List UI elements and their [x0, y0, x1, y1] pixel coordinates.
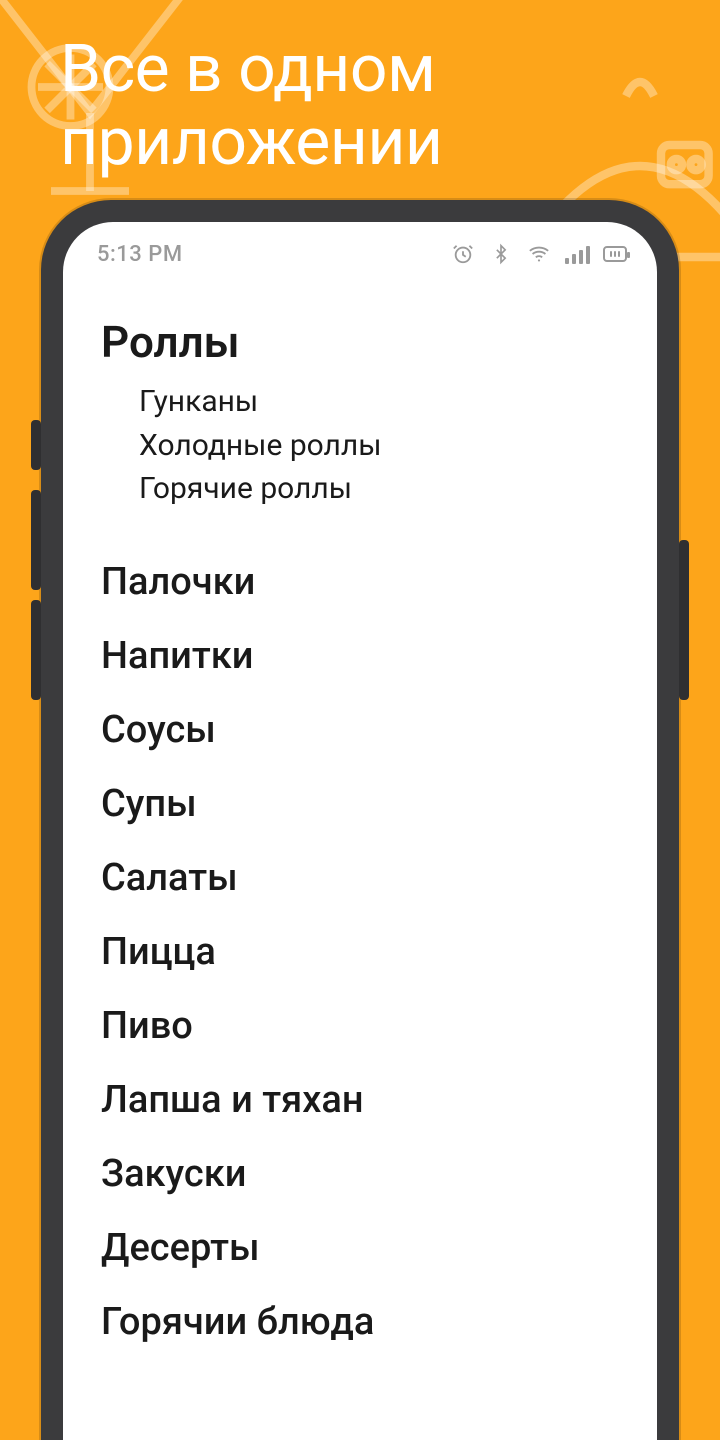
status-time: 5:13 PM	[97, 242, 183, 267]
phone-side-button	[31, 420, 41, 470]
phone-volume-down-button	[31, 600, 41, 700]
status-bar: 5:13 PM	[63, 222, 657, 286]
category-item[interactable]: Напитки	[101, 619, 621, 693]
category-rolls[interactable]: Роллы	[101, 316, 621, 368]
category-item[interactable]: Лапша и тяхан	[101, 1063, 621, 1137]
category-item[interactable]: Закуски	[101, 1137, 621, 1211]
phone-volume-up-button	[31, 490, 41, 590]
menu-categories-screen[interactable]: Роллы Гунканы Холодные роллы Горячие рол…	[63, 286, 657, 1440]
category-item[interactable]: Палочки	[101, 545, 621, 619]
headline-line-2: приложении	[60, 107, 443, 180]
category-item[interactable]: Пиво	[101, 989, 621, 1063]
subcategory-item[interactable]: Холодные роллы	[139, 424, 621, 468]
status-icons	[451, 242, 627, 266]
category-item[interactable]: Супы	[101, 767, 621, 841]
phone-screen: 5:13 PM	[63, 222, 657, 1440]
category-item[interactable]: Салаты	[101, 841, 621, 915]
phone-frame: 5:13 PM	[41, 200, 679, 1440]
subcategory-item[interactable]: Горячие роллы	[139, 467, 621, 511]
category-item[interactable]: Горячии блюда	[101, 1285, 621, 1359]
bluetooth-icon	[489, 242, 513, 266]
category-item[interactable]: Пицца	[101, 915, 621, 989]
promo-headline: Все в одном приложении	[60, 34, 443, 179]
battery-icon	[603, 242, 627, 266]
subcategory-item[interactable]: Гунканы	[139, 380, 621, 424]
category-item[interactable]: Соусы	[101, 693, 621, 767]
headline-line-1: Все в одном	[60, 34, 443, 107]
cellular-signal-icon	[565, 242, 589, 266]
wifi-icon	[527, 242, 551, 266]
alarm-icon	[451, 242, 475, 266]
category-item[interactable]: Десерты	[101, 1211, 621, 1285]
phone-power-button	[679, 540, 689, 700]
subcategory-list: Гунканы Холодные роллы Горячие роллы	[101, 380, 621, 511]
